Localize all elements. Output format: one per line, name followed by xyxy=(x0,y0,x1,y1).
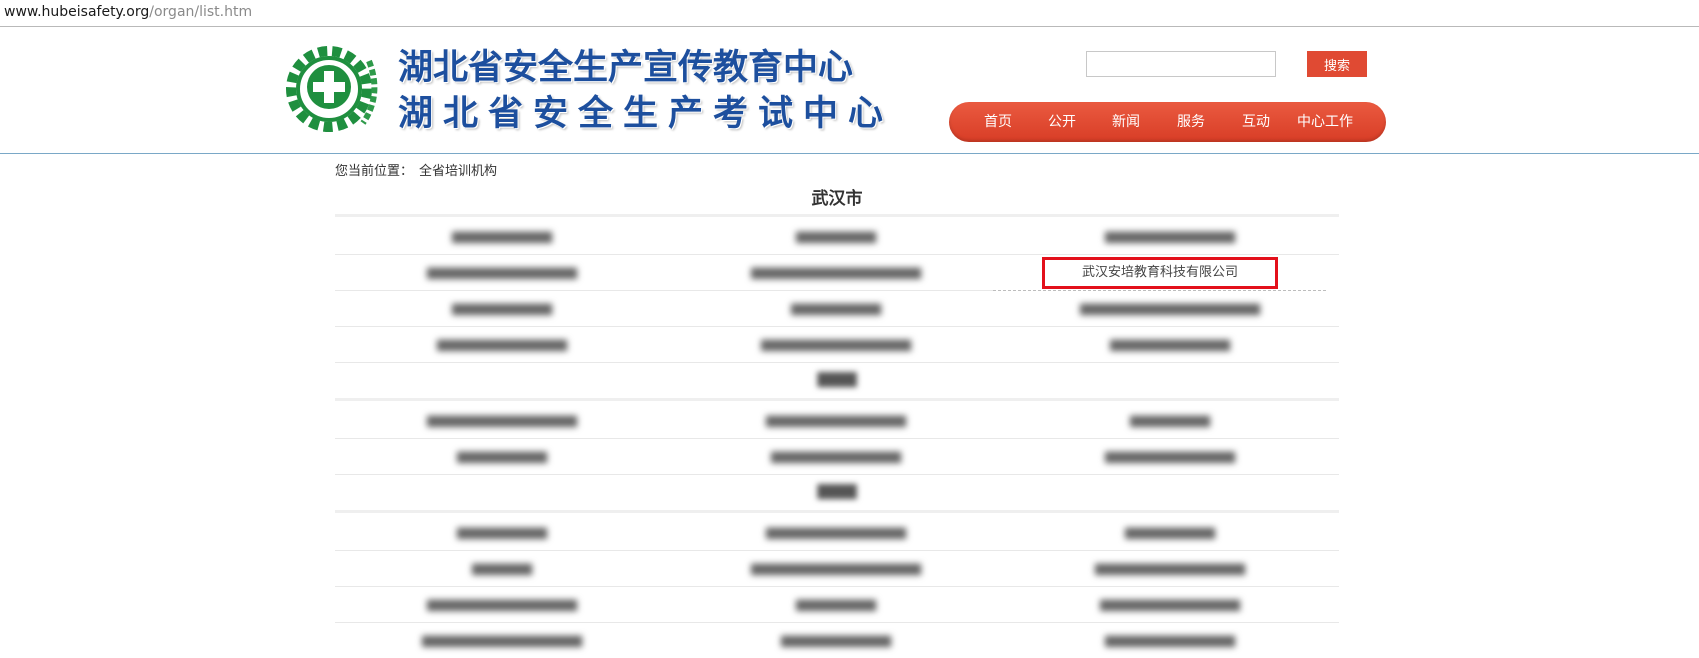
org-link-blurred[interactable]: ▆▆▆▆▆▆▆▆▆ xyxy=(335,516,669,550)
section-divider xyxy=(335,398,1339,401)
org-link-blurred[interactable]: ▆▆▆▆▆▆▆▆▆▆▆▆▆ xyxy=(335,328,669,362)
org-link-blurred[interactable]: ▆▆▆▆▆▆▆▆▆▆▆▆▆ xyxy=(1003,624,1337,658)
org-link-blurred[interactable]: ▆▆▆▆▆▆▆▆ xyxy=(669,588,1003,622)
search-input[interactable] xyxy=(1086,51,1276,77)
row-divider xyxy=(335,326,1339,327)
city-title-wuhan: 武汉市 xyxy=(811,189,863,209)
org-link-blurred[interactable]: ▆▆▆▆▆▆▆▆▆▆▆▆▆▆ xyxy=(669,516,1003,550)
row-divider xyxy=(335,622,1339,623)
org-link-blurred[interactable]: ▆▆▆▆▆▆▆▆▆▆▆▆▆▆▆▆▆▆ xyxy=(1003,292,1337,326)
nav-item-public[interactable]: 公开 xyxy=(1037,102,1087,142)
city-title-blurred: ▆▆▆ xyxy=(817,480,857,500)
row-divider xyxy=(335,550,1339,551)
dashed-underline xyxy=(993,290,1326,291)
org-link-blurred[interactable]: ▆▆▆▆▆▆▆▆▆▆▆ xyxy=(669,624,1003,658)
org-link-blurred[interactable]: ▆▆▆▆▆▆▆▆ xyxy=(669,220,1003,254)
site-title: 湖北省安全生产宣传教育中心 湖北省安全生产考试中心 xyxy=(398,45,893,137)
row-divider xyxy=(335,438,1339,439)
nav-item-interact[interactable]: 互动 xyxy=(1231,102,1281,142)
nav-item-service[interactable]: 服务 xyxy=(1166,102,1216,142)
org-link-blurred[interactable]: ▆▆▆▆▆▆▆▆▆▆▆▆▆ xyxy=(1003,440,1337,474)
org-link-blurred[interactable]: ▆▆▆▆▆▆▆▆ xyxy=(1003,404,1337,438)
section-divider xyxy=(335,510,1339,513)
url-text[interactable]: www.hubeisafety.org/organ/list.htm xyxy=(4,4,252,20)
url-path: /organ/list.htm xyxy=(149,4,253,20)
section-divider xyxy=(335,214,1339,217)
row-divider xyxy=(335,586,1339,587)
city-title-blurred: ▆▆▆ xyxy=(817,368,857,388)
org-link-blurred[interactable]: ▆▆▆▆▆▆ xyxy=(335,552,669,586)
org-link-blurred[interactable]: ▆▆▆▆▆▆▆▆▆▆▆▆▆▆▆▆ xyxy=(335,624,669,658)
site-title-line2: 湖北省安全生产考试中心 xyxy=(398,94,894,134)
breadcrumb-current[interactable]: 全省培训机构 xyxy=(419,164,497,179)
row-divider xyxy=(335,474,1339,475)
org-link-blurred[interactable]: ▆▆▆▆▆▆▆▆▆▆▆▆▆▆▆ xyxy=(335,256,669,290)
breadcrumb: 您当前位置： 全省培训机构 xyxy=(335,160,503,179)
browser-url-bar[interactable]: www.hubeisafety.org/organ/list.htm xyxy=(0,0,1699,27)
org-link-blurred[interactable]: ▆▆▆▆▆▆▆▆▆▆ xyxy=(335,220,669,254)
org-link-blurred[interactable]: ▆▆▆▆▆▆▆▆▆▆▆▆▆▆▆▆▆ xyxy=(669,552,1003,586)
org-link-blurred[interactable]: ▆▆▆▆▆▆▆▆▆ xyxy=(335,440,669,474)
row-divider xyxy=(335,290,993,291)
safety-cross-logo-icon[interactable] xyxy=(285,41,381,137)
nav-item-home[interactable]: 首页 xyxy=(973,102,1023,142)
nav-item-news[interactable]: 新闻 xyxy=(1101,102,1151,142)
nav-item-center-work[interactable]: 中心工作 xyxy=(1289,102,1361,142)
org-link-blurred[interactable]: ▆▆▆▆▆▆▆▆▆ xyxy=(669,292,1003,326)
org-link-blurred[interactable]: ▆▆▆▆▆▆▆▆▆▆▆▆▆ xyxy=(1003,220,1337,254)
org-link-blurred[interactable]: ▆▆▆▆▆▆▆▆▆▆▆▆▆ xyxy=(669,440,1003,474)
site-header: 湖北省安全生产宣传教育中心 湖北省安全生产考试中心 搜索 首页 公开 新闻 服务… xyxy=(0,27,1699,154)
org-link-blurred[interactable]: ▆▆▆▆▆▆▆▆▆▆▆▆ xyxy=(1003,328,1337,362)
org-link-blurred[interactable]: ▆▆▆▆▆▆▆▆▆▆ xyxy=(335,292,669,326)
main-nav: 首页 公开 新闻 服务 互动 中心工作 xyxy=(949,102,1386,142)
breadcrumb-prefix: 您当前位置： xyxy=(335,164,414,179)
highlight-annotation-box xyxy=(1042,257,1278,289)
org-link-blurred[interactable]: ▆▆▆▆▆▆▆▆▆▆▆▆▆▆▆▆▆ xyxy=(669,256,1003,290)
org-link-blurred[interactable]: ▆▆▆▆▆▆▆▆▆▆▆▆▆▆ xyxy=(669,404,1003,438)
row-divider xyxy=(335,254,1339,255)
url-host: www.hubeisafety.org xyxy=(4,4,150,20)
org-link-blurred[interactable]: ▆▆▆▆▆▆▆▆▆▆▆▆▆▆▆ xyxy=(1003,552,1337,586)
org-link-blurred[interactable]: ▆▆▆▆▆▆▆▆▆▆▆▆▆▆▆ xyxy=(335,404,669,438)
site-title-line1: 湖北省安全生产宣传教育中心 xyxy=(398,48,854,88)
row-divider xyxy=(335,362,1339,363)
org-link-blurred[interactable]: ▆▆▆▆▆▆▆▆▆ xyxy=(1003,516,1337,550)
org-link-blurred[interactable]: ▆▆▆▆▆▆▆▆▆▆▆▆▆▆ xyxy=(1003,588,1337,622)
org-link-blurred[interactable]: ▆▆▆▆▆▆▆▆▆▆▆▆▆▆▆ xyxy=(669,328,1003,362)
org-link-blurred[interactable]: ▆▆▆▆▆▆▆▆▆▆▆▆▆▆▆ xyxy=(335,588,669,622)
search-button[interactable]: 搜索 xyxy=(1307,51,1367,77)
